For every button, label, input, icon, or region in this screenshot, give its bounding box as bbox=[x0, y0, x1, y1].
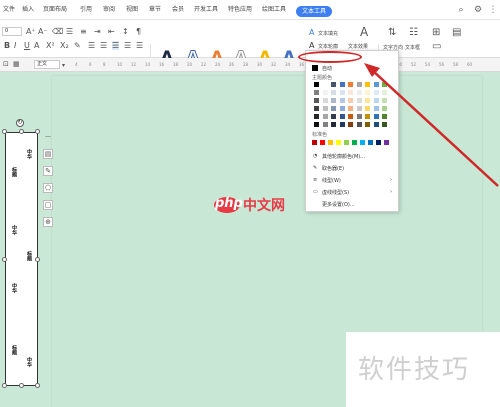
watermark-corner-text: 软件技巧 bbox=[358, 355, 471, 385]
watermark-corner: 软件技巧 bbox=[346, 332, 500, 407]
